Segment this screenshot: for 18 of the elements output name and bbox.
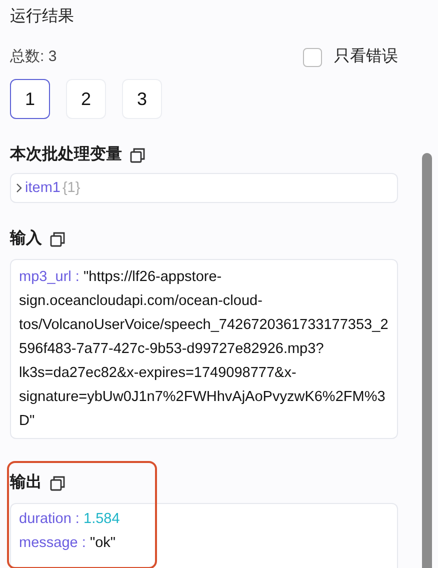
error-filter-checkbox[interactable]: 只看错误 <box>303 45 398 69</box>
json-field: message : "ok" <box>19 531 389 555</box>
chevron-icon <box>15 183 23 193</box>
json-field: duration : 1.584 <box>19 507 389 531</box>
json-field: mp3_url : "https://lf26-appstore-sign.oceancloudapi.com/ocean-cloud-tos/VolcanoUserVoice/speech_7426720361733177353_2596f483-7a77-427c-9b53-d99727e82926.mp3?lk3s=da27ec82&x-expires=1749098777&x-signature=ybUw0J1n7%2FWHhvAjAoPvyzwK6%2FM%3D" <box>19 265 389 433</box>
section-title: 本次批处理变量 <box>10 144 122 165</box>
section-title: 输入 <box>10 228 42 249</box>
page-button[interactable]: 2 <box>66 79 106 119</box>
copy-icon[interactable] <box>50 476 65 490</box>
panel-title: 运行结果 <box>10 6 75 27</box>
tree-item[interactable]: item1{1} <box>15 177 393 199</box>
total-count: 总数: 3 <box>10 46 57 67</box>
copy-icon[interactable] <box>50 232 65 246</box>
copy-icon[interactable] <box>130 148 145 162</box>
scrollbar-thumb[interactable] <box>422 153 432 568</box>
section-title: 输出 <box>10 472 42 493</box>
page-button[interactable]: 1 <box>10 79 50 119</box>
page-button[interactable]: 3 <box>122 79 162 119</box>
